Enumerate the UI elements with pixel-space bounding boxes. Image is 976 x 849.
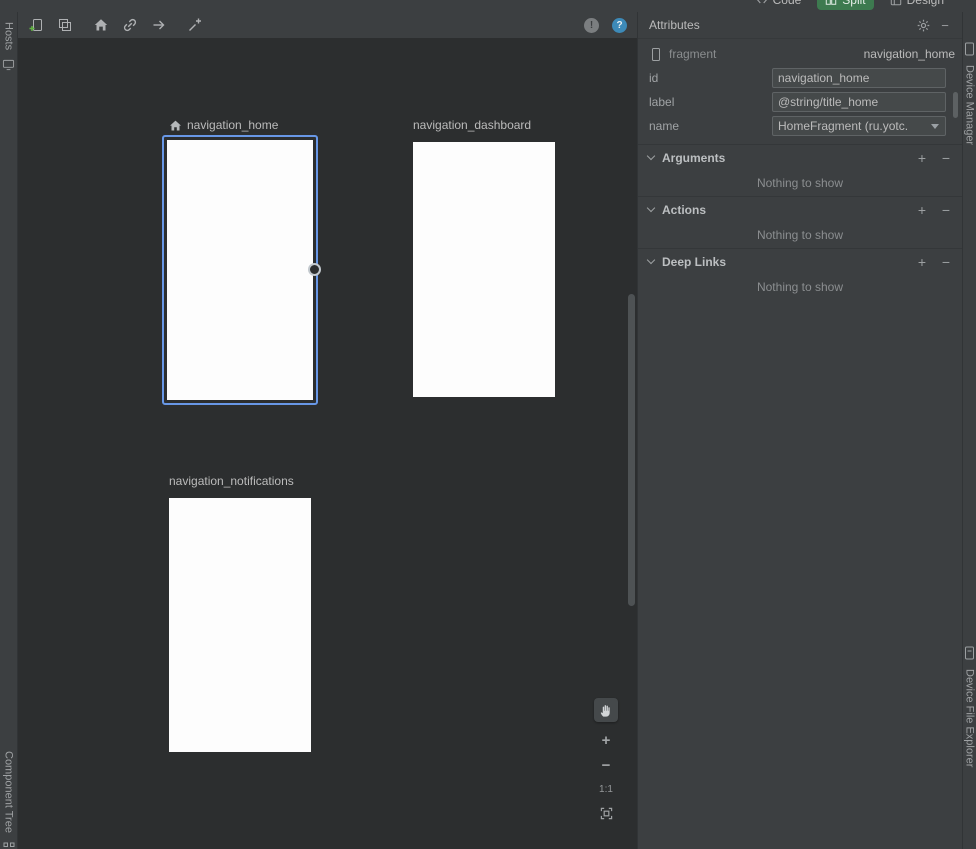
- deep-links-empty-text: Nothing to show: [638, 274, 962, 300]
- tab-design-label: Design: [907, 0, 944, 7]
- attributes-header: Attributes −: [638, 12, 962, 39]
- fragment-label-notifications: navigation_notifications: [169, 474, 294, 488]
- label-field-label: label: [649, 95, 772, 109]
- fragment-label-home-text: navigation_home: [187, 118, 278, 132]
- left-tool-rail: Hosts Component Tree: [0, 12, 18, 849]
- id-input[interactable]: [772, 68, 946, 88]
- link-destination-icon[interactable]: [122, 17, 138, 33]
- tool-window-component-tree[interactable]: Component Tree: [3, 751, 15, 833]
- section-deep-links-title: Deep Links: [662, 255, 906, 269]
- component-tree-icon[interactable]: [3, 842, 15, 849]
- tab-code[interactable]: Code: [748, 0, 810, 10]
- label-input[interactable]: [772, 92, 946, 112]
- split-icon: [825, 0, 837, 6]
- tab-code-label: Code: [773, 0, 802, 7]
- hosts-icon[interactable]: [2, 59, 15, 71]
- section-deep-links[interactable]: Deep Links + −: [638, 248, 962, 274]
- add-action-button[interactable]: +: [914, 202, 930, 218]
- zoom-controls: + − 1:1: [592, 698, 620, 820]
- canvas-vertical-scrollbar[interactable]: [628, 294, 635, 606]
- element-id-label: navigation_home: [864, 47, 955, 61]
- section-actions-title: Actions: [662, 203, 906, 217]
- arguments-empty-text: Nothing to show: [638, 170, 962, 196]
- fragment-navigation-dashboard[interactable]: [413, 142, 555, 397]
- nav-graph-canvas[interactable]: navigation_home navigation_dashboard nav…: [18, 38, 637, 849]
- right-tool-rail: Device Manager Device File Explorer: [962, 0, 976, 849]
- editor-mode-tabs: Code Split Design: [748, 0, 952, 10]
- name-dropdown[interactable]: HomeFragment (ru.yotc.: [772, 116, 946, 136]
- attributes-title: Attributes: [649, 18, 700, 32]
- chevron-down-icon: [647, 152, 655, 160]
- top-strip: Code Split Design: [0, 0, 976, 12]
- id-field-label: id: [649, 71, 772, 85]
- help-icon[interactable]: ?: [612, 18, 627, 33]
- actions-empty-text: Nothing to show: [638, 222, 962, 248]
- name-field-row: name HomeFragment (ru.yotc.: [638, 114, 962, 138]
- tool-window-device-manager[interactable]: Device Manager: [964, 65, 976, 145]
- attributes-scrollbar-thumb[interactable]: [953, 92, 958, 118]
- name-dropdown-value: HomeFragment (ru.yotc.: [778, 119, 927, 133]
- device-file-explorer-icon[interactable]: [964, 646, 975, 660]
- zoom-in-button[interactable]: +: [602, 734, 611, 747]
- add-argument-button[interactable]: +: [914, 150, 930, 166]
- chevron-down-icon: [647, 256, 655, 264]
- attribute-sections: Arguments + − Nothing to show Actions + …: [638, 144, 962, 300]
- errors-warnings-icon[interactable]: !: [584, 18, 599, 33]
- fragment-label-home: navigation_home: [169, 118, 278, 132]
- zoom-out-button[interactable]: −: [602, 759, 611, 772]
- chevron-down-icon: [647, 204, 655, 212]
- tab-split-label: Split: [842, 0, 865, 7]
- dropdown-arrow-icon: [931, 124, 939, 129]
- attributes-panel: Attributes − fragment navigation_home id…: [637, 12, 962, 849]
- hand-icon: [599, 703, 614, 718]
- selected-element-row: fragment navigation_home: [638, 42, 962, 66]
- tool-window-hosts[interactable]: Hosts: [3, 22, 15, 50]
- action-connection-port[interactable]: [308, 263, 321, 276]
- fragment-label-notifications-text: navigation_notifications: [169, 474, 294, 488]
- tab-split[interactable]: Split: [817, 0, 873, 10]
- element-type-label: fragment: [669, 47, 716, 61]
- id-field-row: id: [638, 66, 962, 90]
- hide-panel-icon[interactable]: −: [937, 17, 953, 33]
- add-action-arrow-icon[interactable]: [151, 17, 167, 33]
- assign-start-destination-icon[interactable]: [93, 17, 109, 33]
- zoom-level-label: 1:1: [599, 784, 613, 795]
- fragment-navigation-notifications[interactable]: [169, 498, 311, 752]
- fragment-navigation-home[interactable]: [162, 135, 318, 405]
- nav-editor-toolbar: ! ?: [18, 12, 637, 38]
- fragment-icon: [649, 47, 663, 62]
- zoom-to-fit-button[interactable]: [600, 807, 613, 820]
- remove-action-button[interactable]: −: [938, 202, 954, 218]
- add-deep-link-button[interactable]: +: [914, 254, 930, 270]
- remove-argument-button[interactable]: −: [938, 150, 954, 166]
- label-field-row: label: [638, 90, 962, 114]
- section-arguments[interactable]: Arguments + −: [638, 144, 962, 170]
- design-icon: [890, 0, 902, 6]
- pan-tool-button[interactable]: [594, 698, 618, 722]
- section-actions[interactable]: Actions + −: [638, 196, 962, 222]
- code-icon: [756, 0, 768, 6]
- add-destination-icon[interactable]: [28, 17, 44, 33]
- fragment-label-dashboard: navigation_dashboard: [413, 118, 531, 132]
- fragment-home-preview: [167, 140, 313, 400]
- gear-icon[interactable]: [915, 17, 931, 33]
- fragment-label-dashboard-text: navigation_dashboard: [413, 118, 531, 132]
- duplicate-destination-icon[interactable]: [57, 17, 73, 33]
- start-destination-home-icon: [169, 119, 182, 132]
- section-arguments-title: Arguments: [662, 151, 906, 165]
- tab-design[interactable]: Design: [882, 0, 952, 10]
- tool-window-device-file-explorer[interactable]: Device File Explorer: [964, 669, 976, 767]
- name-field-label: name: [649, 119, 772, 133]
- device-manager-icon[interactable]: [964, 42, 975, 56]
- remove-deep-link-button[interactable]: −: [938, 254, 954, 270]
- auto-arrange-icon[interactable]: [187, 17, 203, 33]
